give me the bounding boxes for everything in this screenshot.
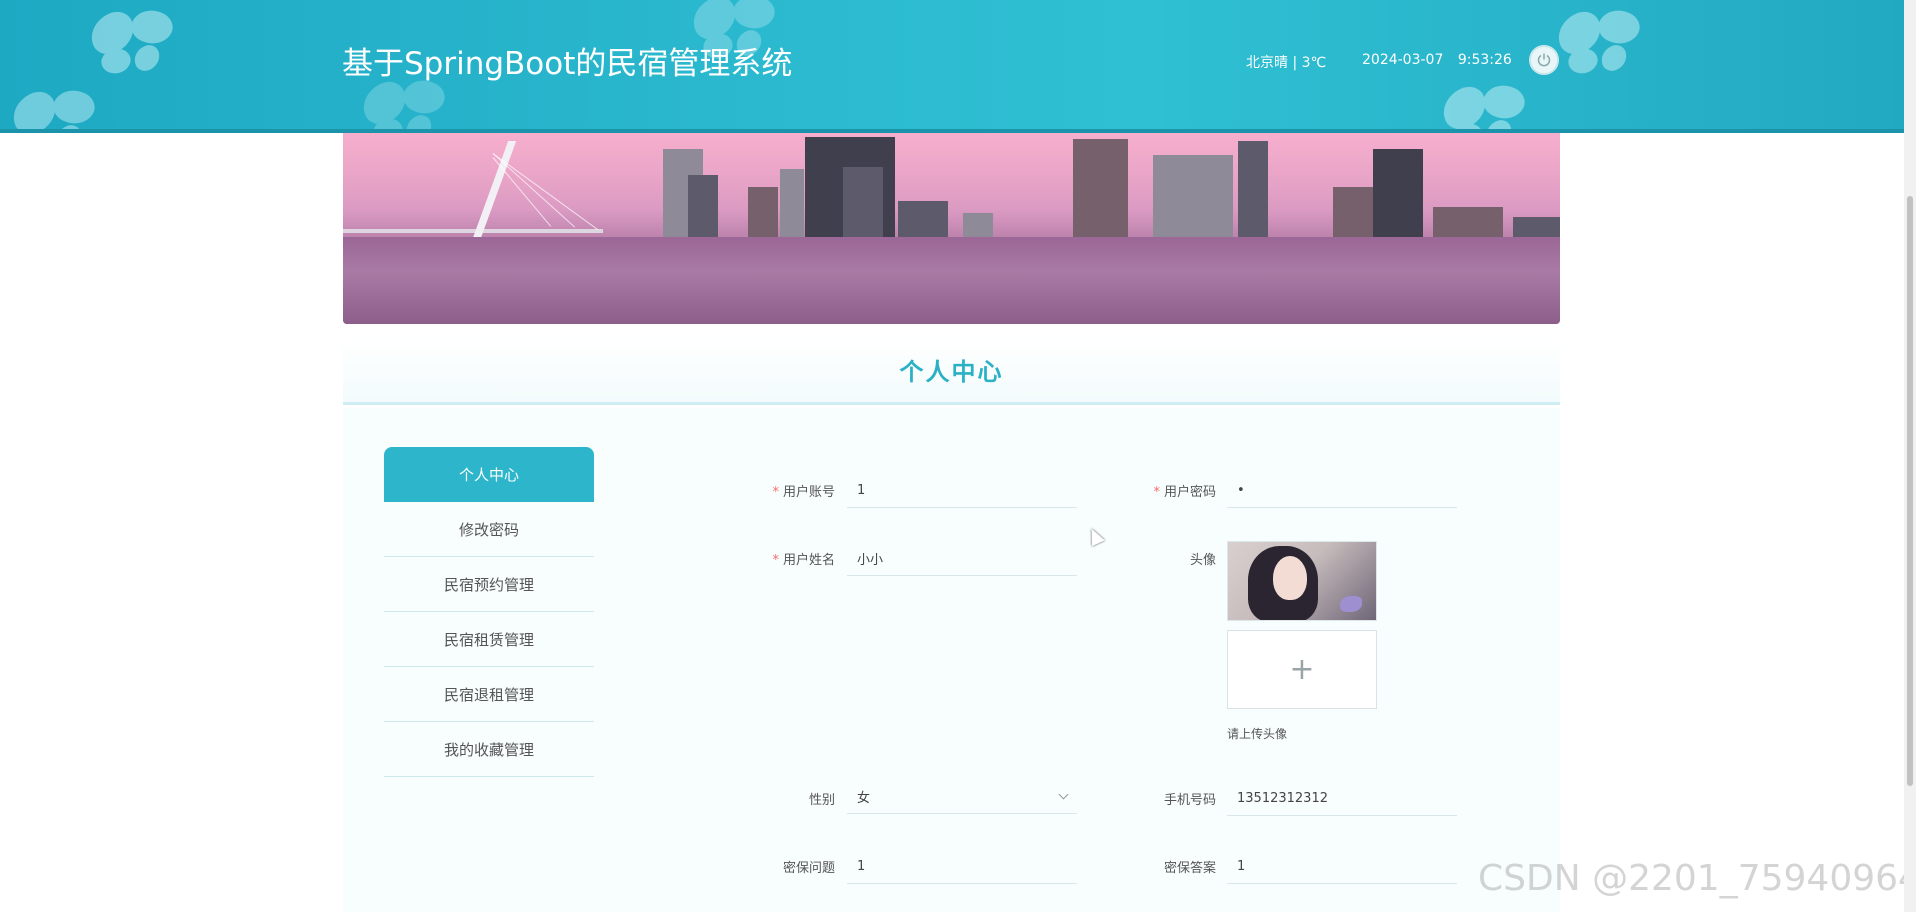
page-scrollbar[interactable] xyxy=(1904,0,1916,912)
security-answer-label: 密保答案 xyxy=(1163,861,1216,876)
plus-icon: + xyxy=(1289,652,1315,687)
password-label: * 用户密码 xyxy=(1153,485,1216,500)
page-title: 个人中心 xyxy=(343,337,1560,405)
security-question-input[interactable] xyxy=(847,850,1077,884)
datetime-display: 2024-03-07 9:53:26 xyxy=(1362,52,1512,68)
avatar xyxy=(1227,541,1377,621)
security-answer-input[interactable] xyxy=(1227,850,1457,884)
weather-info: 北京晴 | 3℃ xyxy=(1246,55,1327,71)
phone-input[interactable] xyxy=(1227,782,1457,816)
power-icon xyxy=(1537,53,1551,67)
upload-avatar-button[interactable]: + xyxy=(1227,630,1377,709)
security-question-label: 密保问题 xyxy=(782,861,835,876)
scrollbar-thumb[interactable] xyxy=(1907,196,1913,786)
butterfly-decoration xyxy=(1436,78,1530,129)
gender-select[interactable]: 女 xyxy=(847,780,1077,814)
account-label: * 用户账号 xyxy=(772,485,835,500)
banner-image xyxy=(343,133,1560,324)
butterfly-decoration xyxy=(356,73,450,129)
phone-label: 手机号码 xyxy=(1163,793,1216,808)
account-input[interactable] xyxy=(847,474,1077,508)
chevron-down-icon xyxy=(1058,789,1069,800)
header-bar: 基于SpringBoot的民宿管理系统 北京晴 | 3℃ 2024-03-07 … xyxy=(0,0,1904,133)
butterfly-decoration xyxy=(1551,3,1645,80)
butterfly-decoration xyxy=(84,3,178,80)
butterfly-decoration xyxy=(6,83,100,129)
sidebar-item-rental[interactable]: 民宿租赁管理 xyxy=(384,612,594,667)
sidebar-item-reservation[interactable]: 民宿预约管理 xyxy=(384,557,594,612)
site-title: 基于SpringBoot的民宿管理系统 xyxy=(342,46,793,82)
sidebar-item-checkout[interactable]: 民宿退租管理 xyxy=(384,667,594,722)
gender-value: 女 xyxy=(857,791,871,806)
name-input[interactable] xyxy=(847,542,1077,576)
sidebar-item-personal-center[interactable]: 个人中心 xyxy=(384,447,594,502)
sidebar-menu: 个人中心 修改密码 民宿预约管理 民宿租赁管理 民宿退租管理 我的收藏管理 xyxy=(384,447,594,777)
name-label: * 用户姓名 xyxy=(772,553,835,568)
logout-button[interactable] xyxy=(1529,45,1559,75)
sidebar-item-change-password[interactable]: 修改密码 xyxy=(384,502,594,557)
gender-label: 性别 xyxy=(808,793,835,808)
sidebar-item-favorites[interactable]: 我的收藏管理 xyxy=(384,722,594,777)
avatar-label: 头像 xyxy=(1189,553,1216,568)
watermark: CSDN @2201_75940964 xyxy=(1478,858,1916,899)
upload-tip: 请上传头像 xyxy=(1227,727,1288,741)
date-text: 2024-03-07 xyxy=(1362,52,1444,68)
time-text: 9:53:26 xyxy=(1457,52,1512,68)
password-input[interactable] xyxy=(1227,474,1457,508)
